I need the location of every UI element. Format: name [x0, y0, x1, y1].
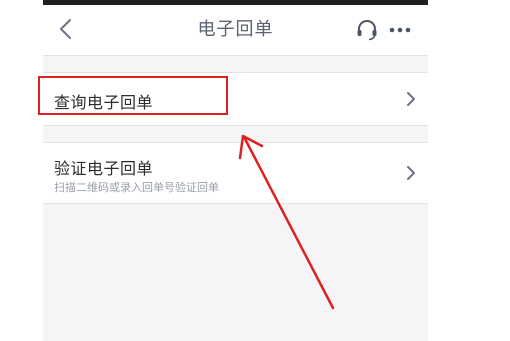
list-item-verify-receipt[interactable]: 验证电子回单 扫描二维码或录入回单号验证回单 — [43, 142, 428, 204]
verify-receipt-subtitle: 扫描二维码或录入回单号验证回单 — [54, 181, 219, 194]
chevron-right-icon — [407, 166, 415, 180]
chevron-right-icon — [407, 92, 415, 106]
more-dots-icon[interactable] — [387, 18, 413, 42]
annotation-highlight-box — [38, 76, 228, 115]
phone-screen: 电子回单 查询电子回单 验证电子回单 扫描二维码或录入回单号验证回单 — [43, 0, 428, 341]
headset-icon[interactable] — [355, 18, 379, 42]
verify-receipt-label: 验证电子回单 — [54, 159, 154, 178]
nav-bar: 电子回单 — [43, 5, 428, 56]
